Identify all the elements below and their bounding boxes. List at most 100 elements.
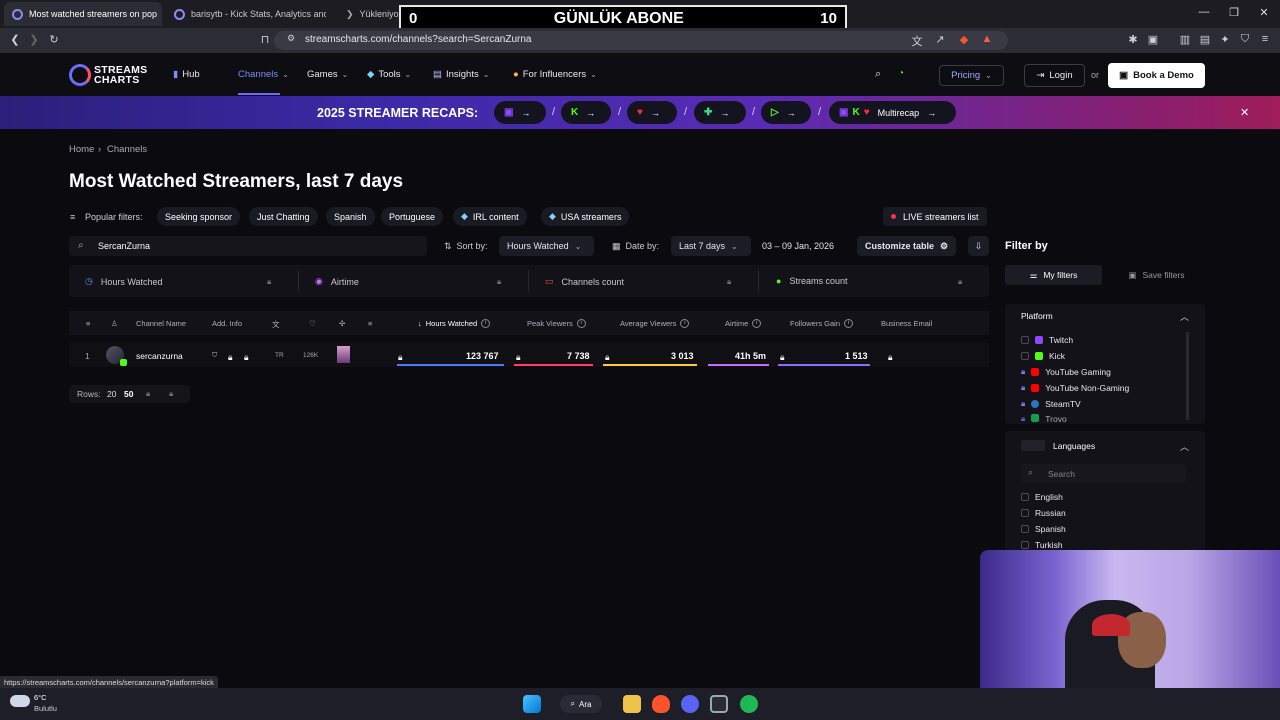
file-explorer-icon[interactable] [623, 695, 641, 713]
filter-chip-spanish[interactable]: Spanish [326, 207, 375, 226]
filter-chip-irl-content[interactable]: ◆ IRL content [453, 207, 527, 226]
browser-tab-active[interactable]: Most watched streamers on pop ✕ [4, 2, 162, 26]
customize-table-button[interactable]: Customize table ⚙ [857, 236, 956, 256]
checkbox[interactable] [1021, 336, 1029, 344]
bookmark-icon[interactable]: ⊓ [258, 33, 272, 46]
filter-chip-just-chatting[interactable]: Just Chatting [249, 207, 318, 226]
brave-rewards-icon[interactable]: ▲ [980, 33, 994, 45]
scrollbar[interactable] [1186, 332, 1189, 420]
checkbox[interactable] [1021, 352, 1029, 360]
nav-insights[interactable]: ▤ Insights ⌄ [433, 69, 489, 80]
rows-option-20[interactable]: 20 [107, 389, 116, 399]
url-text[interactable]: streamscharts.com/channels?search=Sercan… [305, 34, 532, 45]
search-value[interactable]: SercanZurna [98, 241, 150, 251]
filter-chip-portuguese[interactable]: Portuguese [381, 207, 444, 226]
streams-charts-logo-icon[interactable] [69, 64, 91, 86]
extensions-icon[interactable]: ✱ [1126, 33, 1140, 46]
breadcrumb-channels[interactable]: Channels [107, 144, 147, 155]
platform-option-kick[interactable]: Kick [1021, 351, 1065, 361]
taskbar-search[interactable]: ⌕ Ara [560, 695, 602, 713]
kick-recap-button[interactable]: K → [561, 101, 611, 124]
reload-icon[interactable]: ↻ [47, 33, 61, 46]
platform-option-steamtv[interactable]: 🔒︎ SteamTV [1021, 399, 1081, 409]
translate-icon[interactable]: 文 [910, 33, 924, 49]
date-range[interactable]: 03 – 09 Jan, 2026 [762, 236, 834, 256]
header-followers-gain[interactable]: Followers Gain i [790, 319, 854, 328]
share-icon[interactable]: ↗ [933, 33, 947, 46]
header-channel-name[interactable]: Channel Name [136, 319, 186, 328]
metric-channels-count[interactable]: ▭ Channels count [545, 276, 624, 287]
chevron-up-icon[interactable]: ︿ [1180, 440, 1189, 453]
nav-for-influencers[interactable]: ● For Influencers ⌄ [513, 69, 597, 80]
platform-option-youtube-gaming[interactable]: 🔒︎ YouTube Gaming [1021, 367, 1111, 377]
save-filters-button[interactable]: ▣ Save filters [1108, 265, 1205, 285]
windows-start-icon[interactable] [523, 695, 541, 713]
my-filters-button[interactable]: ⚌ My filters [1005, 265, 1102, 285]
channel-name-link[interactable]: sercanzurna [136, 351, 183, 361]
platform-option-trovo[interactable]: 🔒︎ Trovo [1021, 414, 1067, 422]
live-streamers-button[interactable]: LIVE streamers list [883, 207, 987, 226]
language-option-russian[interactable]: Russian [1021, 508, 1066, 518]
search-icon[interactable]: ⌕ [875, 68, 881, 81]
forward-icon[interactable]: ❯ [27, 33, 41, 46]
wallet-icon[interactable]: ▤ [1198, 33, 1212, 46]
checkbox[interactable] [1021, 493, 1029, 501]
sort-dropdown[interactable]: Hours Watched ⌄ [499, 236, 594, 256]
platform-option-twitch[interactable]: Twitch [1021, 335, 1073, 345]
menu-icon[interactable]: ≡ [1258, 33, 1272, 45]
leo-ai-icon[interactable]: ✦ [1218, 33, 1232, 46]
screenshot-icon[interactable]: ▣ [1146, 33, 1160, 46]
checkbox[interactable] [1021, 525, 1029, 533]
youtube-recap-button[interactable]: ♥ → [627, 101, 677, 124]
filter-chip-seeking-sponsor[interactable]: Seeking sponsor [157, 207, 241, 226]
chevron-up-icon[interactable]: ︿ [1180, 310, 1189, 323]
metric-streams-count[interactable]: ● Streams count [776, 276, 847, 286]
pricing-button[interactable]: Pricing ⌄ [939, 65, 1004, 86]
weather-temp[interactable]: 6°C [34, 693, 47, 702]
browser-tab[interactable]: ❯ Yükleniyor... [338, 2, 400, 26]
nav-games[interactable]: Games ⌄ [307, 69, 348, 80]
minimize-icon[interactable]: — [1196, 6, 1212, 18]
app-icon[interactable] [710, 695, 728, 713]
header-peak-viewers[interactable]: Peak Viewers i [527, 319, 586, 328]
brave-shield-icon[interactable]: ◆ [957, 33, 971, 46]
maximize-icon[interactable]: ❐ [1226, 6, 1242, 19]
download-button[interactable]: ⇩ [968, 236, 989, 256]
nav-channels[interactable]: Channels ⌄ [238, 69, 289, 80]
book-demo-button[interactable]: ▣ Book a Demo [1108, 63, 1205, 88]
live-tracker-icon[interactable]: ◔ [898, 68, 904, 79]
weather-text[interactable]: Bulutlu [34, 704, 57, 713]
back-icon[interactable]: ❮ [8, 33, 22, 46]
language-option-spanish[interactable]: Spanish [1021, 524, 1066, 534]
toggle[interactable] [1021, 440, 1045, 451]
rows-option-50[interactable]: 50 [124, 389, 133, 399]
metric-hours-watched[interactable]: ◷ Hours Watched [85, 276, 163, 287]
columns-icon[interactable]: ≡ [86, 319, 90, 328]
brave-browser-icon[interactable] [652, 695, 670, 713]
close-banner-icon[interactable]: ✕ [1240, 106, 1249, 119]
checkbox[interactable] [1021, 541, 1029, 549]
header-hours-watched[interactable]: ↓ Hours Watched i [418, 319, 491, 328]
language-option-english[interactable]: English [1021, 492, 1063, 502]
breadcrumb-home[interactable]: Home [69, 144, 94, 155]
twitch-recap-button[interactable]: ▣ → [494, 101, 546, 124]
game-cover[interactable] [337, 346, 350, 363]
metric-airtime[interactable]: ◉ Airtime [315, 276, 359, 287]
vpn-icon[interactable]: ⛉ [1238, 33, 1252, 46]
discord-icon[interactable] [681, 695, 699, 713]
nav-tools[interactable]: ◆ Tools ⌄ [367, 69, 411, 80]
checkbox[interactable] [1021, 509, 1029, 517]
multirecap-button[interactable]: ▣ K ♥ Multirecap → [829, 101, 956, 124]
nav-hub[interactable]: ▮ Hub [173, 69, 200, 80]
browser-tab[interactable]: barisytb - Kick Stats, Analytics and Cl [166, 2, 326, 26]
play-recap-button[interactable]: ▷ → [761, 101, 811, 124]
language-search-input[interactable] [1021, 464, 1186, 482]
spotify-icon[interactable] [740, 695, 758, 713]
close-window-icon[interactable]: ✕ [1256, 6, 1272, 19]
rumble-recap-button[interactable]: ✚ → [694, 101, 746, 124]
filter-chip-usa-streamers[interactable]: ◆ USA streamers [541, 207, 630, 226]
sidebar-icon[interactable]: ▥ [1178, 33, 1192, 46]
site-info-icon[interactable]: ⚙ [284, 33, 298, 44]
language-option-turkish[interactable]: Turkish [1021, 540, 1063, 550]
header-airtime[interactable]: Airtime i [725, 319, 762, 328]
